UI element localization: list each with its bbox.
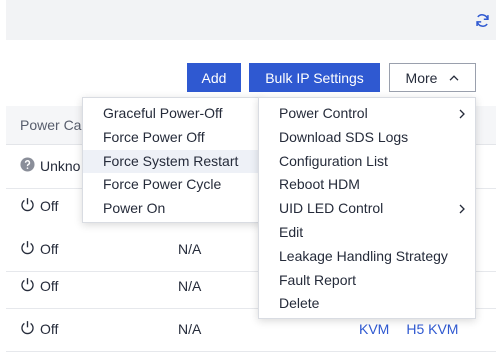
menu-item-download-sds-logs[interactable]: Download SDS Logs [259, 126, 475, 150]
chevron-right-icon [459, 204, 465, 214]
add-button[interactable]: Add [187, 63, 241, 92]
power-state-text: Unkno [40, 158, 81, 174]
menu-item-force-system-restart[interactable]: Force System Restart [83, 149, 261, 174]
menu-item-reboot-hdm[interactable]: Reboot HDM [259, 173, 475, 197]
menu-item-force-power-off[interactable]: Force Power Off [83, 126, 261, 150]
menu-item-label: UID LED Control [279, 200, 384, 217]
more-button-label: More [405, 69, 438, 86]
power-state-cell: Unkno [20, 144, 80, 188]
question-circle-icon [20, 157, 35, 175]
power-icon [20, 197, 35, 215]
menu-item-configuration-list[interactable]: Configuration List [259, 150, 475, 174]
more-dropdown-menu: Power Control Download SDS Logs Configur… [258, 97, 476, 319]
refresh-icon[interactable] [474, 12, 490, 28]
bulk-ip-settings-label: Bulk IP Settings [265, 69, 364, 86]
power-state-text: Off [40, 278, 59, 294]
menu-item-uid-led-control[interactable]: UID LED Control [259, 197, 475, 221]
menu-item-delete[interactable]: Delete [259, 292, 475, 316]
power-icon [20, 320, 35, 338]
menu-item-graceful-power-off[interactable]: Graceful Power-Off [83, 102, 261, 126]
menu-item-power-on[interactable]: Power On [83, 197, 261, 221]
menu-item-force-power-cycle[interactable]: Force Power Cycle [83, 173, 261, 197]
menu-item-label: Power Control [279, 105, 368, 121]
more-button[interactable]: More [389, 63, 476, 92]
power-state-text: Off [40, 198, 59, 214]
power-state-cell: Off [20, 184, 58, 228]
column-header-power: Power Ca [20, 117, 82, 133]
menu-item-power-control[interactable]: Power Control [259, 102, 475, 126]
top-bar [6, 0, 496, 40]
power-state-text: Off [40, 321, 59, 337]
chevron-right-icon [459, 109, 465, 119]
power-icon [20, 277, 35, 295]
power-state-cell: Off [20, 307, 58, 351]
na-cell: N/A [178, 278, 202, 294]
kvm-link[interactable]: KVM [359, 321, 389, 337]
na-cell: N/A [178, 321, 202, 337]
power-control-submenu: Graceful Power-Off Force Power Off Force… [82, 97, 262, 223]
menu-item-fault-report[interactable]: Fault Report [259, 269, 475, 293]
menu-item-leakage-handling-strategy[interactable]: Leakage Handling Strategy [259, 245, 475, 269]
add-button-label: Add [201, 69, 227, 86]
power-icon [20, 240, 35, 258]
bulk-ip-settings-button[interactable]: Bulk IP Settings [249, 63, 380, 92]
power-state-cell: Off [20, 264, 58, 308]
h5-kvm-link[interactable]: H5 KVM [406, 321, 458, 337]
chevron-up-icon [449, 74, 459, 81]
power-state-text: Off [40, 241, 59, 257]
menu-item-edit[interactable]: Edit [259, 221, 475, 245]
